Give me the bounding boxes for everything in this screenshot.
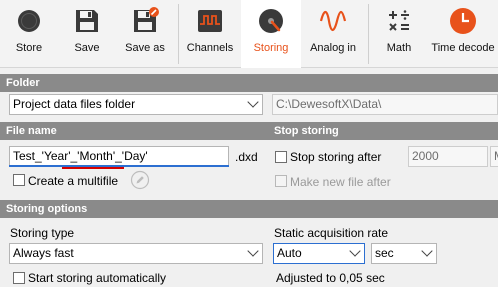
folder-section-header: Folder xyxy=(0,74,498,92)
time-decode-label: Time decode xyxy=(431,42,495,54)
storing-type-select[interactable]: Always fast xyxy=(9,243,263,264)
stop-storing-section-header: Stop storing xyxy=(268,122,498,140)
sine-wave-icon xyxy=(319,10,347,32)
save-button[interactable]: Save xyxy=(58,0,116,68)
folder-path-field: C:\DewesoftX\Data\ xyxy=(272,94,498,115)
record-icon xyxy=(18,10,40,32)
chevron-down-icon xyxy=(421,245,433,257)
adjusted-rate-text: Adjusted to 0,05 sec xyxy=(276,271,385,285)
save-as-button[interactable]: Save as xyxy=(116,0,174,68)
stop-storing-after-checkbox[interactable] xyxy=(275,151,287,163)
math-button[interactable]: Math xyxy=(370,0,428,68)
static-rate-unit-value: sec xyxy=(375,246,394,260)
storing-type-label: Storing type xyxy=(10,226,75,240)
toolbar: Store Save Save as Channels Storing Anal… xyxy=(0,0,498,68)
channels-label: Channels xyxy=(186,42,234,54)
static-acquisition-rate-label: Static acquisition rate xyxy=(274,226,389,240)
analog-in-button[interactable]: Analog in xyxy=(301,0,365,68)
channels-icon xyxy=(198,10,222,32)
storing-label: Storing xyxy=(253,42,289,54)
toolbar-divider xyxy=(178,4,179,64)
stop-after-value: 2000 xyxy=(412,149,439,163)
toolbar-divider xyxy=(368,4,369,64)
create-multifile-checkbox[interactable] xyxy=(13,174,25,186)
start-storing-automatically-label: Start storing automatically xyxy=(28,271,167,285)
disk-storage-icon xyxy=(259,9,283,33)
storing-options-section-header: Storing options xyxy=(0,200,498,218)
store-button[interactable]: Store xyxy=(0,0,58,68)
time-decode-button[interactable]: Time decode xyxy=(428,0,498,68)
make-new-file-checkbox[interactable] xyxy=(275,175,287,187)
static-rate-select[interactable]: Auto xyxy=(273,243,365,264)
channels-button[interactable]: Channels xyxy=(180,0,240,68)
file-name-section-header: File name xyxy=(0,122,268,140)
stop-after-value-field[interactable]: 2000 xyxy=(408,146,488,167)
floppy-icon xyxy=(76,10,98,32)
static-rate-value: Auto xyxy=(277,246,302,260)
chevron-down-icon xyxy=(349,245,361,257)
create-multifile-label: Create a multifile xyxy=(28,174,119,188)
folder-path-value: C:\DewesoftX\Data\ xyxy=(276,97,382,111)
stop-after-unit-field[interactable]: M xyxy=(490,146,498,167)
clock-icon xyxy=(450,8,476,34)
file-extension: .dxd xyxy=(235,150,258,164)
tab-storing[interactable]: Storing xyxy=(241,0,301,68)
chevron-down-icon xyxy=(247,96,259,108)
start-storing-automatically-checkbox[interactable] xyxy=(13,272,25,284)
edit-pencil-icon[interactable] xyxy=(130,170,150,190)
file-name-value: Test_'Year'_'Month'_'Day' xyxy=(13,149,148,163)
math-label: Math xyxy=(386,42,412,54)
storing-type-value: Always fast xyxy=(13,246,74,260)
save-as-label: Save as xyxy=(125,42,165,54)
file-name-input[interactable]: Test_'Year'_'Month'_'Day' xyxy=(9,146,229,167)
make-new-file-label: Make new file after xyxy=(290,175,391,189)
stop-storing-after-label: Stop storing after xyxy=(290,150,382,164)
chevron-down-icon xyxy=(247,245,259,257)
spellcheck-underline xyxy=(62,167,124,169)
stop-after-unit: M xyxy=(494,149,498,163)
floppy-edit-icon xyxy=(134,7,159,32)
math-operators-icon xyxy=(389,10,409,31)
static-rate-unit-select[interactable]: sec xyxy=(371,243,437,264)
store-label: Store xyxy=(15,42,43,54)
folder-select[interactable]: Project data files folder xyxy=(9,94,263,115)
folder-select-value: Project data files folder xyxy=(13,97,136,111)
analog-in-label: Analog in xyxy=(310,42,356,54)
save-label: Save xyxy=(74,42,100,54)
